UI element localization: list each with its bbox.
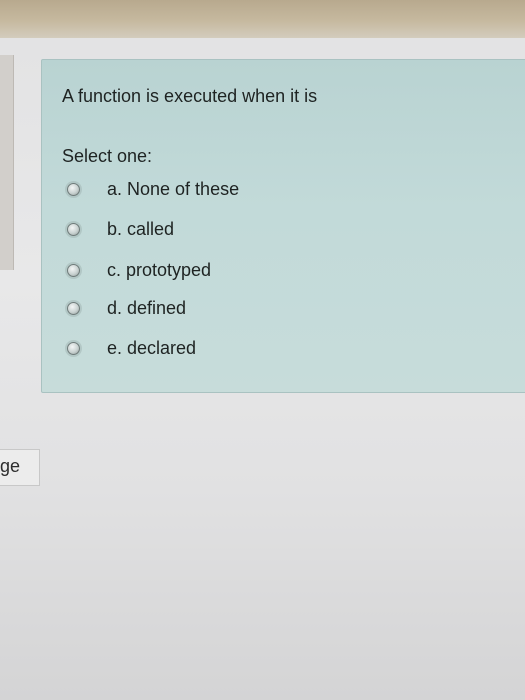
select-one-prompt: Select one:	[62, 146, 153, 166]
answer-option-a[interactable]: a. None of these	[67, 177, 239, 201]
radio-button-c[interactable]	[67, 263, 80, 277]
top-border-strip	[0, 0, 525, 38]
left-side-panel	[0, 55, 14, 270]
radio-button-e[interactable]	[67, 341, 80, 355]
answer-option-e[interactable]: e. declared	[67, 336, 196, 360]
question-text: A function is executed when it is	[62, 86, 318, 106]
answer-option-d[interactable]: d. defined	[67, 296, 186, 320]
page-tab-label[interactable]: ge	[0, 456, 20, 477]
answer-label-a[interactable]: a. None of these	[107, 179, 239, 200]
radio-button-b[interactable]	[67, 222, 80, 236]
answer-option-b[interactable]: b. called	[67, 217, 174, 241]
answer-label-c[interactable]: c. prototyped	[107, 260, 211, 281]
question-card: A function is executed when it is Select…	[41, 59, 525, 393]
answer-label-d[interactable]: d. defined	[107, 298, 186, 319]
answer-option-c[interactable]: c. prototyped	[67, 258, 211, 282]
answer-label-b[interactable]: b. called	[107, 219, 174, 240]
answer-label-e[interactable]: e. declared	[107, 338, 196, 359]
radio-button-d[interactable]	[67, 301, 80, 315]
radio-button-a[interactable]	[67, 182, 80, 196]
page-navigation-tab[interactable]: ge	[0, 449, 40, 486]
